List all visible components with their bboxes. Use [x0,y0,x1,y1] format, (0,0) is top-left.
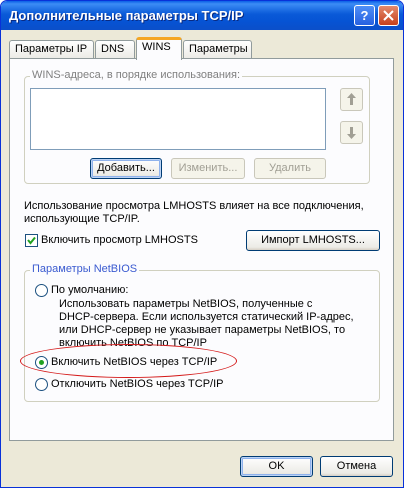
close-icon [383,10,394,21]
add-button[interactable]: Добавить... [90,158,162,179]
edit-button[interactable]: Изменить... [171,158,245,179]
enable-lmhosts-label[interactable]: Включить просмотр LMHOSTS [41,234,198,246]
desc-line: или DHCP-сервер не указывает параметры N… [59,324,346,336]
arrow-up-icon [347,93,356,105]
close-button[interactable] [378,5,399,26]
cancel-button[interactable]: Отмена [320,456,393,477]
tab-dns[interactable]: DNS [95,40,135,58]
netbios-default-radio[interactable] [35,284,48,297]
netbios-default-description: Использовать параметры NetBIOS, полученн… [59,298,359,350]
tab-options[interactable]: Параметры [183,40,252,58]
wins-group-label: WINS-адреса, в порядке использования: [30,69,243,81]
tab-ip-settings[interactable]: Параметры IP [9,40,94,58]
netbios-group-label: Параметры NetBIOS [30,263,140,275]
window-title: Дополнительные параметры TCP/IP [9,8,244,23]
red-annotation-ellipse [20,344,237,378]
desc-line: Использовать параметры NetBIOS, полученн… [59,298,313,310]
help-button[interactable]: ? [354,5,375,26]
import-lmhosts-button[interactable]: Импорт LMHOSTS... [246,230,380,251]
move-up-button[interactable] [340,88,363,111]
move-down-button[interactable] [340,121,363,144]
delete-button[interactable]: Удалить [254,158,326,179]
help-icon: ? [360,8,369,23]
ok-button[interactable]: OK [240,456,313,477]
netbios-disable-label[interactable]: Отключить NetBIOS через TCP/IP [51,378,224,390]
netbios-disable-radio[interactable] [35,378,48,391]
checkmark-icon [27,236,36,245]
title-bar[interactable]: Дополнительные параметры TCP/IP ? [1,1,403,30]
lmhosts-info-line1: Использование просмотра LMHOSTS влияет н… [24,200,364,212]
desc-line: DHCP-сервера. Если используется статичес… [59,311,354,323]
netbios-default-label[interactable]: По умолчанию: [51,284,128,296]
tab-wins[interactable]: WINS [136,37,182,60]
enable-lmhosts-checkbox[interactable] [25,234,38,247]
arrow-down-icon [347,127,356,139]
wins-address-list[interactable] [30,88,326,150]
lmhosts-info-line2: использующие TCP/IP. [24,213,140,225]
